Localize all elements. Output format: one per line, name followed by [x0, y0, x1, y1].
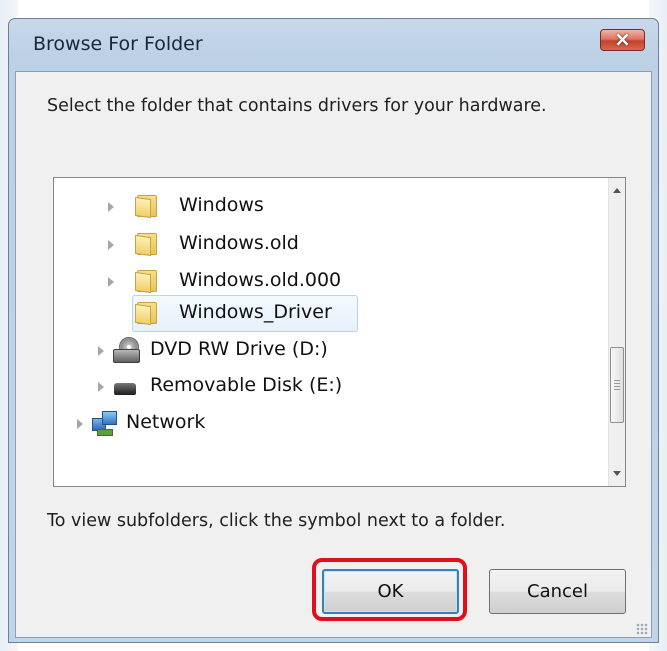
- title-bar[interactable]: Browse For Folder ×: [9, 19, 658, 73]
- scroll-down-button[interactable]: [609, 465, 625, 481]
- expand-arrow-icon[interactable]: [98, 346, 104, 356]
- folder-icon: [135, 233, 161, 257]
- expand-arrow-icon[interactable]: [108, 202, 114, 212]
- dialog-title: Browse For Folder: [33, 33, 203, 55]
- scroll-down-icon: [613, 471, 621, 476]
- grip-icon: [614, 380, 620, 390]
- folder-icon: [135, 302, 161, 326]
- tree-item-label: Windows.old.000: [179, 269, 342, 291]
- close-button[interactable]: ×: [600, 27, 645, 51]
- vertical-scrollbar[interactable]: [608, 178, 625, 486]
- dvd-drive-icon: [113, 337, 140, 363]
- ok-button[interactable]: OK: [322, 569, 459, 614]
- tree-item-label: Network: [126, 411, 206, 433]
- expand-arrow-icon[interactable]: [98, 382, 104, 392]
- tree-item-label: Windows.old: [179, 232, 299, 254]
- network-icon: [92, 411, 117, 436]
- resize-grip-icon[interactable]: [636, 623, 648, 635]
- tree-item-label: Windows_Driver: [179, 301, 332, 323]
- close-icon: ×: [614, 27, 631, 51]
- dialog-description: Select the folder that contains drivers …: [47, 96, 547, 116]
- folder-icon: [135, 270, 161, 294]
- instruction-hint: To view subfolders, click the symbol nex…: [47, 511, 506, 531]
- tree-item-label: Removable Disk (E:): [150, 374, 343, 396]
- browse-for-folder-dialog: Browse For Folder × Select the folder th…: [8, 18, 659, 643]
- removable-disk-icon: [114, 383, 136, 395]
- expand-arrow-icon[interactable]: [108, 277, 114, 287]
- dialog-client-area: Select the folder that contains drivers …: [15, 71, 652, 638]
- scrollbar-thumb[interactable]: [610, 347, 624, 423]
- tree-item-label: Windows: [179, 194, 264, 216]
- scroll-up-icon: [613, 188, 621, 193]
- expand-arrow-icon[interactable]: [77, 419, 83, 429]
- scroll-up-button[interactable]: [609, 183, 625, 199]
- expand-arrow-icon[interactable]: [108, 240, 114, 250]
- cancel-button[interactable]: Cancel: [489, 569, 626, 614]
- tree-item-label: DVD RW Drive (D:): [150, 338, 328, 360]
- folder-tree[interactable]: Windows Windows.old Windows.old.000 Wind…: [53, 177, 626, 487]
- folder-icon: [135, 195, 161, 219]
